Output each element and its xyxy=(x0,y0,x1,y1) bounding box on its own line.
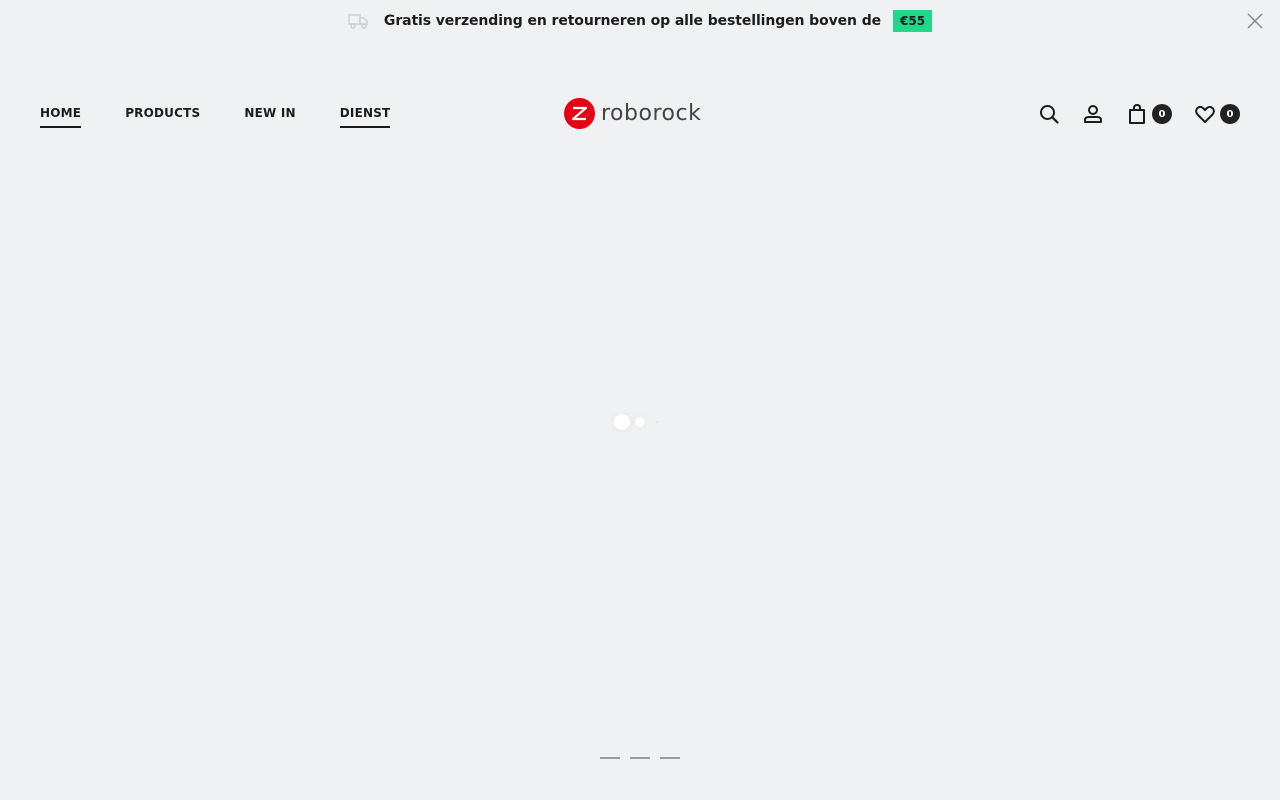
slide-indicator-3[interactable] xyxy=(660,757,680,759)
brand-logo[interactable]: roborock xyxy=(564,98,701,129)
header-actions: 0 0 xyxy=(1038,103,1240,125)
announcement-content: Gratis verzending en retourneren op alle… xyxy=(348,10,933,32)
site-header: HOME PRODUCTS NEW IN DIENST roborock 0 0 xyxy=(0,92,1280,138)
shopping-bag-icon xyxy=(1129,103,1145,124)
slide-indicator-2[interactable] xyxy=(630,757,650,759)
loader-dot xyxy=(614,414,630,430)
cart-count-badge: 0 xyxy=(1152,104,1172,124)
account-button[interactable] xyxy=(1082,103,1104,125)
wishlist-button[interactable]: 0 xyxy=(1194,103,1240,125)
slide-indicator-1[interactable] xyxy=(600,757,620,759)
search-icon xyxy=(1040,105,1059,124)
search-button[interactable] xyxy=(1038,103,1060,125)
roborock-logo-mark xyxy=(564,98,595,129)
announcement-text: Gratis verzending en retourneren op alle… xyxy=(383,13,882,29)
announcement-bar: Gratis verzending en retourneren op alle… xyxy=(0,0,1280,42)
nav-item-home[interactable]: HOME xyxy=(40,106,82,128)
nav-item-dienst[interactable]: DIENST xyxy=(339,106,391,128)
page: Gratis verzending en retourneren op alle… xyxy=(0,0,1280,800)
nav-item-new-in[interactable]: NEW IN xyxy=(244,106,295,128)
brand-name: roborock xyxy=(601,101,702,126)
loader-dot xyxy=(656,421,658,423)
slider-pagination xyxy=(600,757,680,759)
truck-icon xyxy=(348,11,370,31)
loading-indicator xyxy=(612,412,662,432)
cart-button[interactable]: 0 xyxy=(1126,103,1172,125)
loader-dot xyxy=(635,417,645,427)
wishlist-count-badge: 0 xyxy=(1220,104,1240,124)
threshold-badge: €55 xyxy=(893,10,933,32)
user-icon xyxy=(1084,105,1102,123)
close-icon[interactable] xyxy=(1246,12,1264,30)
heart-icon xyxy=(1195,105,1215,123)
main-nav: HOME PRODUCTS NEW IN DIENST xyxy=(40,106,391,128)
nav-item-products[interactable]: PRODUCTS xyxy=(125,106,200,128)
